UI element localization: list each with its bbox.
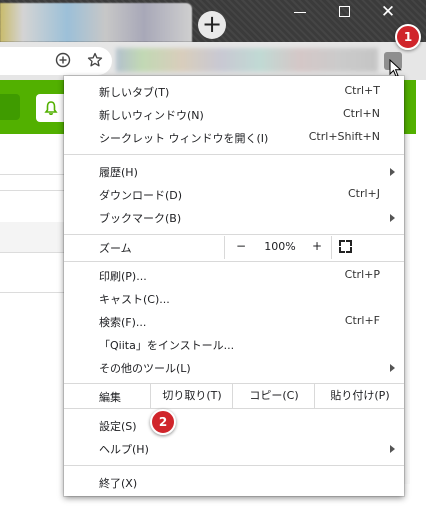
zoom-out-button[interactable]: − — [232, 239, 250, 255]
add-circle-icon[interactable] — [54, 52, 72, 70]
page-row — [0, 134, 70, 175]
menu-item-new-tab[interactable]: 新しいタブ(T) Ctrl+T — [64, 80, 404, 103]
edit-row: 編集 切り取り(T) コピー(C) 貼り付け(P) — [64, 384, 404, 408]
bell-icon — [44, 101, 58, 116]
close-window-button[interactable]: ✕ — [378, 2, 398, 22]
menu-item-find[interactable]: 検索(F)... Ctrl+F — [64, 310, 404, 333]
step-2-badge: 2 — [150, 409, 176, 435]
menu-item-cast[interactable]: キャスト(C)... — [64, 287, 404, 310]
site-header-button[interactable] — [0, 94, 20, 120]
blurred-tabs[interactable] — [0, 3, 192, 42]
chrome-main-menu: 新しいタブ(T) Ctrl+T 新しいウィンドウ(N) Ctrl+N シークレッ… — [64, 76, 404, 496]
zoom-level: 100% — [264, 240, 296, 253]
extension-icons[interactable] — [116, 48, 378, 72]
minimize-icon — [294, 12, 306, 13]
copy-button[interactable]: コピー(C) — [232, 384, 315, 408]
page-edge — [404, 134, 410, 484]
submenu-arrow-icon — [390, 168, 395, 176]
menu-separator — [64, 154, 404, 155]
menu-item-new-window[interactable]: 新しいウィンドウ(N) Ctrl+N — [64, 103, 404, 126]
step-1-badge: 1 — [395, 24, 421, 50]
submenu-arrow-icon — [390, 214, 395, 222]
fullscreen-icon[interactable] — [339, 240, 352, 253]
menu-item-downloads[interactable]: ダウンロード(D) Ctrl+J — [64, 183, 404, 206]
new-tab-button[interactable]: + — [198, 11, 226, 39]
cut-button[interactable]: 切り取り(T) — [150, 384, 233, 408]
menu-item-install-app[interactable]: 「Qiita」をインストール... — [64, 333, 404, 356]
submenu-arrow-icon — [390, 445, 395, 453]
menu-item-more-tools[interactable]: その他のツール(L) — [64, 356, 404, 379]
submenu-arrow-icon — [390, 364, 395, 372]
maximize-icon — [338, 6, 350, 17]
menu-item-settings[interactable]: 設定(S) — [64, 414, 404, 437]
maximize-button[interactable] — [336, 2, 352, 22]
address-bar[interactable] — [0, 47, 112, 75]
menu-item-help[interactable]: ヘルプ(H) — [64, 437, 404, 460]
menu-item-print[interactable]: 印刷(P)... Ctrl+P — [64, 264, 404, 287]
menu-separator — [64, 408, 404, 409]
page-row — [0, 174, 70, 191]
minimize-button[interactable] — [292, 2, 308, 22]
paste-button[interactable]: 貼り付け(P) — [314, 384, 405, 408]
zoom-row: ズーム − 100% + — [64, 236, 404, 259]
menu-item-bookmarks[interactable]: ブックマーク(B) — [64, 206, 404, 229]
star-icon[interactable] — [86, 52, 104, 70]
menu-item-exit[interactable]: 終了(X) — [64, 471, 404, 494]
menu-item-history[interactable]: 履歴(H) — [64, 160, 404, 183]
plus-icon: + — [201, 10, 223, 38]
page-row — [0, 252, 70, 293]
menu-separator — [64, 465, 404, 466]
menu-separator — [64, 261, 404, 262]
menu-item-incognito-window[interactable]: シークレット ウィンドウを開く(I) Ctrl+Shift+N — [64, 126, 404, 149]
menu-separator — [64, 234, 404, 235]
title-bar: + ✕ — [0, 0, 426, 42]
zoom-in-button[interactable]: + — [308, 239, 326, 255]
page-row — [0, 222, 70, 253]
close-icon: ✕ — [380, 2, 396, 22]
zoom-controls: − 100% + — [224, 236, 332, 259]
